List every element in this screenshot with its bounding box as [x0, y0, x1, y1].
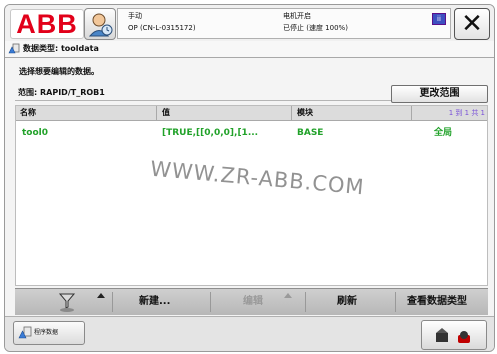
- header-bar: ABB 手动 OP (CN-L-0315172) 电机开启 已停止 (速度 10…: [5, 5, 494, 41]
- flexpendant-screen: ABB 手动 OP (CN-L-0315172) 电机开启 已停止 (速度 10…: [4, 4, 495, 352]
- quickset-icon: [436, 328, 470, 343]
- taskbar: 程序数据: [5, 316, 494, 351]
- cell-module: BASE: [297, 128, 324, 138]
- task-program-data[interactable]: 程序数据: [13, 321, 85, 345]
- user-icon: [88, 13, 113, 37]
- column-divider: [156, 106, 157, 120]
- edit-menu-arrow-icon: [284, 293, 292, 298]
- column-divider: [291, 106, 292, 120]
- page-indicator: 1 到 1 共 1: [448, 109, 485, 117]
- cell-scope: 全局: [434, 128, 453, 138]
- table-header: 名称 值 模块 1 到 1 共 1: [16, 106, 487, 121]
- data-table: 名称 值 模块 1 到 1 共 1 tool0 [TRUE,[[0,0,0],[…: [15, 105, 488, 286]
- toolbar-divider: [112, 292, 113, 312]
- toolbar-divider: [305, 292, 306, 312]
- filter-icon: [58, 293, 76, 312]
- filter-button[interactable]: [55, 289, 79, 315]
- quickset-button[interactable]: [421, 320, 487, 350]
- toolbar-divider: [210, 292, 211, 312]
- scope-label: 范围: RAPID/T_ROB1: [18, 88, 105, 97]
- command-toolbar: 新建... 编辑 刷新 查看数据类型: [15, 288, 488, 315]
- change-scope-button[interactable]: 更改范围: [391, 85, 488, 103]
- page-title-bar: 数据类型: tooldata: [5, 41, 494, 58]
- column-header-name[interactable]: 名称: [20, 106, 36, 120]
- program-data-icon: [18, 326, 32, 339]
- cell-value: [TRUE,[[0,0,0],[1...: [162, 128, 259, 138]
- cell-name: tool0: [22, 128, 49, 138]
- program-data-icon: [8, 43, 20, 54]
- scope-row: 范围: RAPID/T_ROB1: [15, 86, 391, 101]
- event-log-icon[interactable]: ii: [432, 13, 446, 25]
- task-label: 程序数据: [34, 329, 59, 336]
- instruction-text: 选择想要编辑的数据。: [19, 67, 99, 76]
- abb-logo[interactable]: ABB: [10, 9, 84, 39]
- table-row[interactable]: tool0 [TRUE,[[0,0,0],[1... BASE 全局: [16, 124, 487, 142]
- controller-name: OP (CN-L-0315172): [128, 24, 196, 32]
- toolbar-divider: [395, 292, 396, 312]
- column-divider: [411, 106, 412, 120]
- motor-state: 电机开启: [283, 12, 311, 20]
- column-header-module[interactable]: 模块: [297, 106, 313, 120]
- new-button[interactable]: 新建...: [139, 289, 170, 315]
- view-data-type-button[interactable]: 查看数据类型: [407, 289, 467, 315]
- page-title: 数据类型: tooldata: [23, 44, 99, 53]
- user-login-button[interactable]: [84, 8, 116, 40]
- close-button[interactable]: ✕: [454, 8, 490, 40]
- run-state: 已停止 (速度 100%): [283, 24, 348, 32]
- refresh-button[interactable]: 刷新: [337, 289, 357, 315]
- edit-button[interactable]: 编辑: [243, 289, 263, 315]
- status-panel[interactable]: 手动 OP (CN-L-0315172) 电机开启 已停止 (速度 100%) …: [117, 8, 451, 39]
- column-header-value[interactable]: 值: [162, 106, 170, 120]
- operating-mode: 手动: [128, 12, 142, 20]
- scroll-up-icon[interactable]: [97, 293, 105, 298]
